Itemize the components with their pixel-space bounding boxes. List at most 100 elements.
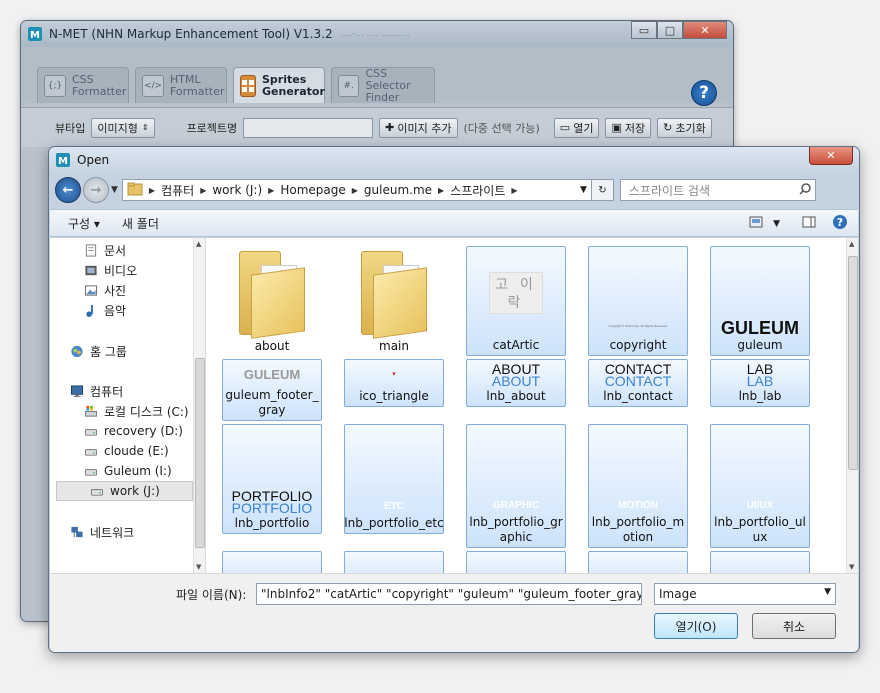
nav-item-work-j[interactable]: work (J:) — [56, 481, 193, 501]
crumb-item[interactable]: work (J:) — [212, 183, 262, 197]
file-item-guleum-footer-gray[interactable]: GULEUM guleum_footer_gray — [222, 359, 322, 421]
project-name-input[interactable] — [243, 117, 374, 138]
new-folder-button[interactable]: 새 폴더 — [122, 215, 159, 232]
nav-label: 비디오 — [104, 263, 138, 278]
folder-icon — [239, 250, 305, 339]
nav-item-pictures[interactable]: 사진 — [50, 280, 193, 300]
scroll-up-arrow-icon[interactable]: ▲ — [196, 240, 201, 248]
nav-item-documents[interactable]: 문서 — [50, 240, 193, 260]
file-item-ico-triangle[interactable]: ▾ ico_triangle — [344, 359, 444, 407]
file-item-partial[interactable] — [222, 551, 322, 573]
chevron-down-icon[interactable]: ▼ — [773, 219, 780, 229]
recent-pages-dropdown[interactable]: ▼ — [111, 185, 118, 195]
nav-item-guleum-i[interactable]: Guleum (I:) — [50, 461, 193, 481]
filetype-select[interactable]: Image ▼ — [654, 583, 836, 605]
file-name: copyright — [609, 338, 667, 352]
file-item-lnb-portfolio-motion[interactable]: MOTION lnb_portfolio_motion — [588, 424, 688, 548]
crumb-item[interactable]: Homepage — [280, 183, 345, 197]
file-item-main[interactable]: main — [344, 246, 444, 356]
file-item-partial[interactable] — [710, 551, 810, 573]
file-item-catartic[interactable]: 고 이 락 catArtic — [466, 246, 566, 356]
dialog-close-button[interactable]: ✕ — [809, 147, 853, 165]
open-project-button[interactable]: ▭ 열기 — [553, 117, 600, 138]
tab-label: HTML — [170, 72, 201, 86]
tab-label: CSS Selector — [365, 66, 411, 92]
refresh-button[interactable]: ↻ — [591, 179, 614, 201]
html-tag-icon: </> — [142, 74, 164, 97]
file-item-guleum[interactable]: GULEUM guleum — [710, 246, 810, 356]
file-item-lnb-about[interactable]: ABOUT ABOUT lnb_about — [466, 359, 566, 407]
file-item-partial[interactable] — [344, 551, 444, 573]
file-item-lnb-portfolio[interactable]: PORTFOLIO PORTFOLIO lnb_portfolio — [222, 424, 322, 534]
nav-scroll-thumb[interactable] — [195, 358, 205, 548]
music-icon — [86, 304, 93, 317]
cancel-button[interactable]: 취소 — [752, 613, 836, 639]
nav-item-network[interactable]: 네트워크 — [50, 522, 193, 542]
file-item-lnb-contact[interactable]: CONTACT CONTACT lnb_contact — [588, 359, 688, 407]
file-name: lnb_portfolio_graphic — [469, 515, 563, 544]
file-item-partial[interactable] — [466, 551, 566, 573]
back-button[interactable]: ← — [55, 177, 81, 203]
file-item-lnb-portfolio-etc[interactable]: ETC lnb_portfolio_etc — [344, 424, 444, 534]
scroll-up-arrow-icon[interactable]: ▲ — [849, 240, 854, 248]
nav-label: 홈 그룹 — [90, 344, 127, 359]
file-list-scroll-thumb[interactable] — [848, 256, 858, 470]
save-project-button[interactable]: ▣ 저장 — [605, 117, 652, 138]
forward-button[interactable]: → — [83, 177, 109, 203]
command-bar: 구성 ▾ 새 폴더 ▼ ? — [50, 209, 858, 237]
nav-item-local-disk-c[interactable]: 로컬 디스크 (C:) — [50, 401, 193, 421]
sprites-grid-icon — [240, 74, 256, 97]
scroll-down-arrow-icon[interactable]: ▼ — [196, 563, 201, 571]
image-thumbnail: GULEUM — [721, 318, 799, 338]
tool-tabs: {;} CSS Formatter </> HTML Formatter Sprit… — [21, 47, 733, 103]
breadcrumb[interactable]: ▶ 컴퓨터 ▶ work (J:) ▶ Homepage ▶ guleum.me… — [121, 179, 592, 201]
help-icon[interactable]: ? — [691, 80, 717, 106]
plus-icon: ✚ — [385, 121, 395, 134]
preview-pane-icon[interactable] — [802, 216, 816, 231]
tab-sprites-generator[interactable]: Sprites Generator — [233, 67, 325, 103]
search-input[interactable]: 스프라이트 검색 — [619, 179, 816, 201]
nav-item-video[interactable]: 비디오 — [50, 260, 193, 280]
project-name-label: 프로젝트명 — [186, 121, 238, 135]
image-thumbnail-hover: CONTACT — [604, 372, 672, 389]
crumb-item[interactable]: guleum.me — [364, 183, 432, 197]
file-item-about[interactable]: about — [222, 246, 322, 356]
file-item-copyright[interactable]: Copyright © NHN Corp. All Rights Reserve… — [588, 246, 688, 356]
file-item-lnb-portfolio-ulux[interactable]: UI/UX lnb_portfolio_ulux — [710, 424, 810, 548]
filename-input[interactable]: "lnbInfo2" "catArtic" "copyright" "guleu… — [256, 583, 642, 605]
file-item-partial[interactable] — [588, 551, 688, 573]
tab-html-formatter[interactable]: </> HTML Formatter — [135, 67, 227, 103]
crumb-item[interactable]: 스프라이트 — [450, 182, 505, 199]
nav-scrollbar[interactable]: ▲ ▼ — [193, 238, 205, 573]
close-button[interactable]: ✕ — [683, 21, 727, 39]
nav-item-computer[interactable]: 컴퓨터 — [50, 381, 193, 401]
n-met-title: N-MET (NHN Markup Enhancement Tool) V1.3… — [49, 27, 333, 41]
open-button[interactable]: 열기(O) — [654, 613, 738, 639]
nav-item-music[interactable]: 음악 — [50, 300, 193, 320]
reset-button[interactable]: ↻ 초기화 — [657, 117, 712, 138]
viewtype-label: 뷰타입 — [55, 121, 86, 135]
minimize-button[interactable]: ▭ — [631, 21, 657, 39]
view-options-icon[interactable] — [749, 216, 763, 231]
tab-css-selector-finder[interactable]: #. CSS Selector Finder — [331, 67, 435, 103]
nav-item-cloude-e[interactable]: cloude (E:) — [50, 441, 193, 461]
tab-css-formatter[interactable]: {;} CSS Formatter — [37, 67, 129, 103]
viewtype-select[interactable]: 이미지형 ⇕ — [91, 117, 155, 138]
crumb-item[interactable]: 컴퓨터 — [161, 182, 194, 199]
folder-icon — [127, 182, 143, 199]
folder-icon: ▭ — [559, 121, 571, 134]
search-icon — [799, 182, 811, 198]
file-list-scrollbar[interactable]: ▲ ▼ — [846, 238, 858, 573]
nav-item-recovery-d[interactable]: recovery (D:) — [50, 421, 193, 441]
add-image-button[interactable]: ✚ 이미지 추가 — [379, 117, 458, 138]
address-bar: ← → ▼ ▶ 컴퓨터 ▶ work (J:) ▶ Homepage ▶ gul… — [55, 175, 853, 205]
file-name: lnb_contact — [603, 389, 673, 403]
chevron-down-icon[interactable]: ▼ — [580, 185, 587, 195]
file-item-lnb-lab[interactable]: LAB LAB lnb_lab — [710, 359, 810, 407]
nav-item-homegroup[interactable]: 홈 그룹 — [50, 341, 193, 361]
organize-button[interactable]: 구성 ▾ — [68, 215, 100, 232]
maximize-button[interactable]: □ — [657, 21, 683, 39]
help-icon[interactable]: ? — [832, 214, 848, 233]
scroll-down-arrow-icon[interactable]: ▼ — [849, 563, 854, 571]
file-item-lnb-portfolio-graphic[interactable]: GRAPHIC lnb_portfolio_graphic — [466, 424, 566, 548]
